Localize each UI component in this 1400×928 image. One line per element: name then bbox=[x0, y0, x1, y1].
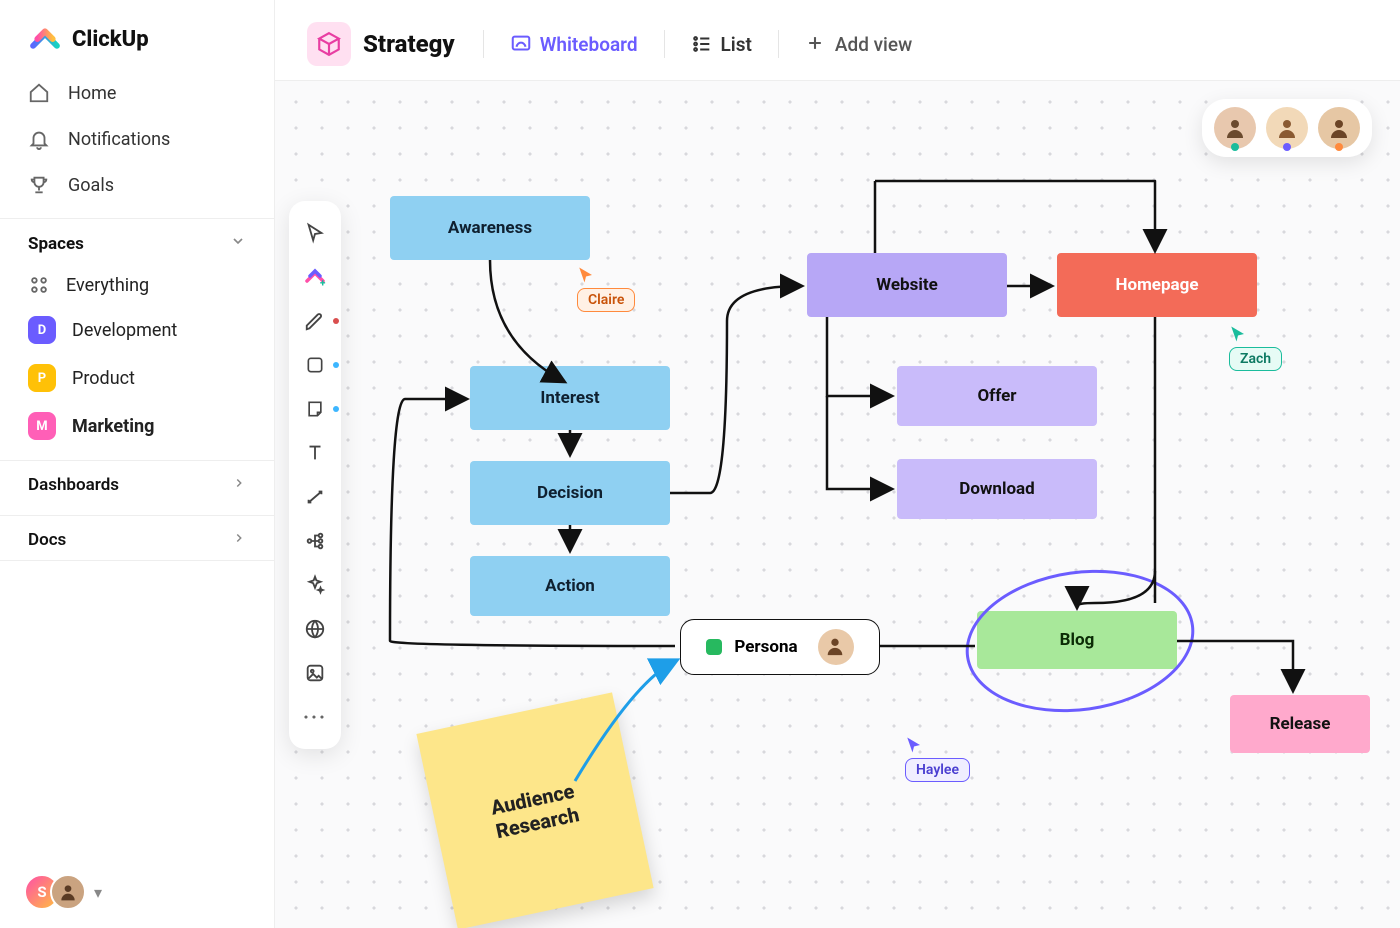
presence-avatar[interactable] bbox=[1318, 107, 1360, 149]
spaces-header[interactable]: Spaces bbox=[0, 218, 274, 264]
tool-clickup-item[interactable]: + bbox=[295, 257, 335, 297]
tool-more[interactable]: ··· bbox=[295, 697, 335, 737]
node-action[interactable]: Action bbox=[470, 556, 670, 616]
space-development[interactable]: D Development bbox=[0, 306, 274, 354]
task-status-icon bbox=[706, 639, 722, 655]
tool-image[interactable] bbox=[295, 653, 335, 693]
tool-sticky[interactable] bbox=[295, 389, 335, 429]
current-user[interactable]: S ▾ bbox=[24, 874, 102, 910]
space-marketing-badge: M bbox=[28, 412, 56, 440]
space-everything-label: Everything bbox=[66, 275, 149, 296]
nav-goals-label: Goals bbox=[68, 175, 114, 196]
tool-connector[interactable] bbox=[295, 477, 335, 517]
chevron-right-icon bbox=[232, 530, 246, 550]
whiteboard-toolbar: + ··· bbox=[289, 201, 341, 749]
tool-web[interactable] bbox=[295, 609, 335, 649]
trophy-icon bbox=[28, 174, 50, 196]
presence-avatar[interactable] bbox=[1266, 107, 1308, 149]
space-dev-badge: D bbox=[28, 316, 56, 344]
docs-header[interactable]: Docs bbox=[0, 515, 274, 560]
cursor-label: Zach bbox=[1229, 347, 1282, 371]
tool-ai[interactable] bbox=[295, 565, 335, 605]
node-offer[interactable]: Offer bbox=[897, 366, 1097, 426]
view-list[interactable]: List bbox=[683, 27, 760, 62]
add-view-button[interactable]: Add view bbox=[797, 27, 920, 62]
nav-notifications[interactable]: Notifications bbox=[0, 116, 274, 162]
tool-mindmap[interactable] bbox=[295, 521, 335, 561]
clickup-logo-icon bbox=[28, 22, 62, 56]
space-product-label: Product bbox=[72, 368, 135, 389]
remote-cursor-claire: Claire bbox=[577, 266, 635, 312]
task-assignee-avatar bbox=[818, 629, 854, 665]
dashboards-label: Dashboards bbox=[28, 475, 119, 495]
main-area: Strategy Whiteboard List Add view .pav:n bbox=[275, 0, 1400, 928]
view-list-label: List bbox=[721, 33, 752, 56]
space-cube-icon[interactable] bbox=[307, 22, 351, 66]
node-homepage[interactable]: Homepage bbox=[1057, 253, 1257, 317]
nav-home[interactable]: Home bbox=[0, 70, 274, 116]
user-avatar-photo bbox=[50, 874, 86, 910]
everything-icon bbox=[28, 274, 50, 296]
spaces-header-label: Spaces bbox=[28, 234, 84, 254]
space-marketing[interactable]: M Marketing bbox=[0, 402, 274, 450]
space-product[interactable]: P Product bbox=[0, 354, 274, 402]
app-logo[interactable]: ClickUp bbox=[0, 22, 274, 70]
cursor-label: Claire bbox=[577, 288, 635, 312]
node-awareness[interactable]: Awareness bbox=[390, 196, 590, 260]
divider bbox=[664, 30, 665, 58]
page-title: Strategy bbox=[363, 30, 455, 58]
svg-text:+: + bbox=[320, 278, 326, 289]
topbar: Strategy Whiteboard List Add view bbox=[275, 0, 1400, 80]
space-marketing-label: Marketing bbox=[72, 416, 154, 437]
home-icon bbox=[28, 82, 50, 104]
chevron-right-icon bbox=[232, 475, 246, 495]
space-product-badge: P bbox=[28, 364, 56, 392]
whiteboard-canvas[interactable]: .pav:nth-child(1)::after{background:#1ab… bbox=[275, 80, 1400, 928]
tool-shape[interactable] bbox=[295, 345, 335, 385]
list-icon bbox=[691, 33, 713, 55]
view-whiteboard-label: Whiteboard bbox=[540, 33, 638, 56]
nav-notifications-label: Notifications bbox=[68, 129, 170, 150]
bell-icon bbox=[28, 128, 50, 150]
whiteboard-icon bbox=[510, 33, 532, 55]
remote-cursor-zach: Zach bbox=[1229, 325, 1282, 371]
view-whiteboard[interactable]: Whiteboard bbox=[502, 27, 646, 62]
sticky-note[interactable]: Audience Research bbox=[416, 692, 653, 928]
caret-down-icon: ▾ bbox=[94, 883, 102, 902]
dashboards-header[interactable]: Dashboards bbox=[0, 460, 274, 505]
presence-avatar[interactable]: .pav:nth-child(1)::after{background:#1ab… bbox=[1214, 107, 1256, 149]
node-release[interactable]: Release bbox=[1230, 695, 1370, 753]
add-view-label: Add view bbox=[835, 33, 912, 56]
docs-label: Docs bbox=[28, 530, 66, 550]
node-website[interactable]: Website bbox=[807, 253, 1007, 317]
space-everything[interactable]: Everything bbox=[0, 264, 274, 306]
tool-text[interactable] bbox=[295, 433, 335, 473]
divider bbox=[778, 30, 779, 58]
divider bbox=[483, 30, 484, 58]
remote-cursor-haylee: Haylee bbox=[905, 736, 970, 782]
node-download[interactable]: Download bbox=[897, 459, 1097, 519]
tool-pen[interactable] bbox=[295, 301, 335, 341]
task-title: Persona bbox=[734, 637, 797, 657]
app-name: ClickUp bbox=[72, 27, 149, 52]
sidebar: ClickUp Home Notifications Goals Spaces … bbox=[0, 0, 275, 928]
nav-home-label: Home bbox=[68, 83, 116, 104]
cursor-label: Haylee bbox=[905, 758, 970, 782]
node-interest[interactable]: Interest bbox=[470, 366, 670, 430]
presence-bar[interactable]: .pav:nth-child(1)::after{background:#1ab… bbox=[1202, 99, 1372, 157]
tool-pointer[interactable] bbox=[295, 213, 335, 253]
nav-goals[interactable]: Goals bbox=[0, 162, 274, 208]
node-decision[interactable]: Decision bbox=[470, 461, 670, 525]
plus-icon bbox=[805, 33, 827, 55]
node-persona-task[interactable]: Persona bbox=[680, 619, 880, 675]
space-dev-label: Development bbox=[72, 320, 177, 341]
chevron-down-icon bbox=[230, 233, 246, 254]
